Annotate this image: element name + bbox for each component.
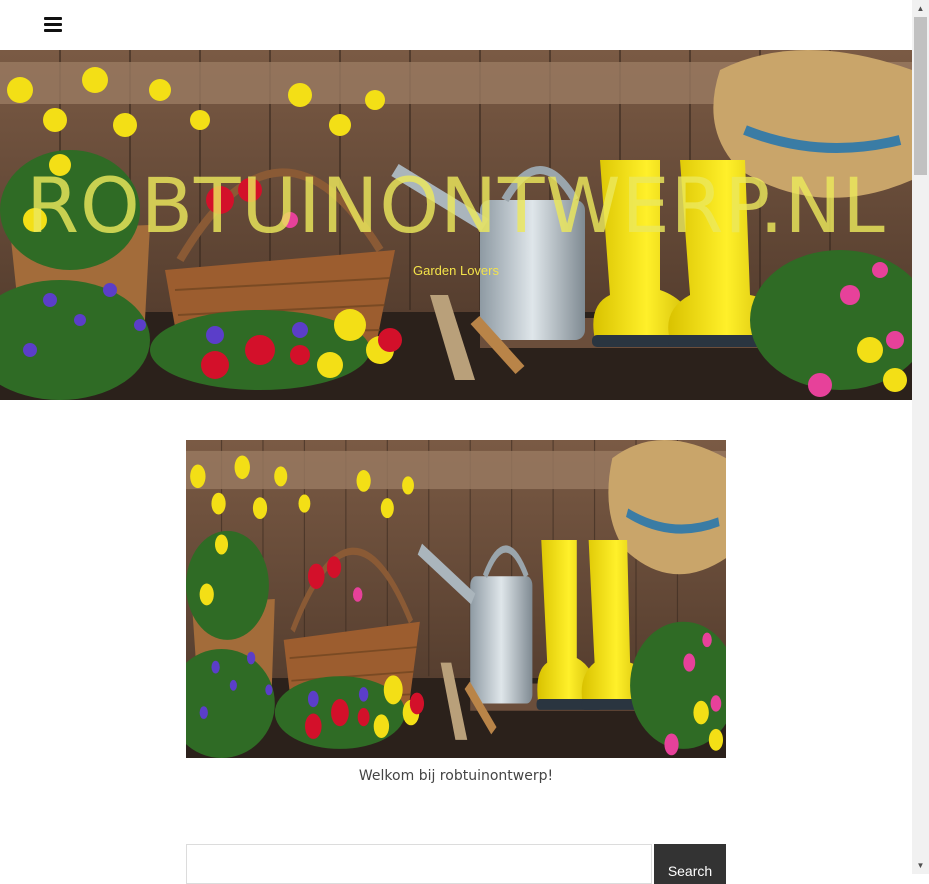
hamburger-menu-icon[interactable] — [44, 17, 62, 33]
vertical-scrollbar[interactable]: ▲ ▼ — [912, 0, 929, 874]
site-title[interactable]: ROBTUINONTWERP.NL — [0, 168, 912, 244]
header-banner: ROBTUINONTWERP.NL Garden Lovers — [0, 50, 912, 400]
featured-garden-image — [186, 440, 726, 758]
search-button[interactable]: Search — [654, 844, 726, 884]
search-input[interactable] — [186, 844, 652, 884]
image-caption: Welkom bij robtuinontwerp! — [358, 768, 554, 784]
top-bar — [0, 0, 912, 50]
scroll-up-arrow-icon[interactable]: ▲ — [912, 0, 929, 17]
search-form: Search — [186, 844, 726, 884]
scrollbar-thumb[interactable] — [914, 17, 927, 175]
scroll-down-arrow-icon[interactable]: ▼ — [912, 857, 929, 874]
garden-photo — [186, 440, 726, 758]
site-tagline: Garden Lovers — [413, 263, 499, 278]
